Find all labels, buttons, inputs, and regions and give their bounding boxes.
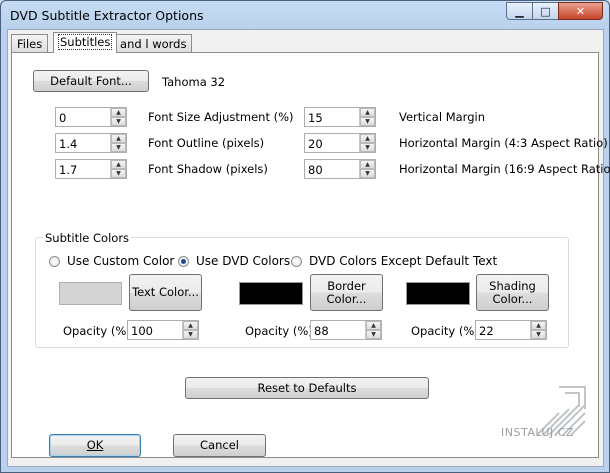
horizontal-margin-169-value: 80 (308, 163, 323, 177)
vertical-margin-label: Vertical Margin (399, 110, 485, 124)
minimize-icon: ▁ (515, 4, 524, 18)
text-color-swatch (59, 282, 122, 305)
title-bar[interactable]: DVD Subtitle Extractor Options ▁ □ ✕ (1, 1, 609, 29)
spin-down-icon[interactable]: ▼ (111, 117, 126, 126)
vertical-margin-value: 15 (308, 111, 323, 125)
radio-on-icon (178, 255, 189, 267)
horizontal-margin-43-value: 20 (308, 137, 323, 151)
maximize-button[interactable]: □ (532, 2, 559, 20)
horizontal-margin-43-stepper[interactable]: 20 ▲ ▼ (304, 133, 376, 153)
maximize-icon: □ (540, 4, 551, 18)
spin-up-icon[interactable]: ▲ (183, 321, 198, 330)
border-color-swatch (239, 282, 303, 305)
watermark-text: INSTALUJ.CZ (501, 426, 574, 439)
subtitles-panel: Default Font... Tahoma 32 0 ▲ ▼ Font Size… (11, 52, 610, 458)
spin-down-icon[interactable]: ▼ (531, 330, 546, 339)
text-opacity-stepper[interactable]: 100 ▲ ▼ (127, 320, 199, 340)
tab-subtitles[interactable]: Subtitles (53, 32, 118, 53)
tab-i-and-l-words[interactable]: I and l words (107, 34, 193, 52)
text-opacity-label: Opacity (%) (63, 324, 131, 338)
reset-to-defaults-button[interactable]: Reset to Defaults (185, 377, 429, 399)
radio-use-custom-color[interactable]: Use Custom Color (49, 254, 174, 268)
spin-down-icon[interactable]: ▼ (111, 169, 126, 178)
spin-down-icon[interactable]: ▼ (111, 143, 126, 152)
radio-use-dvd-colors[interactable]: Use DVD Colors (178, 254, 290, 268)
minimize-button[interactable]: ▁ (506, 2, 533, 20)
tab-files[interactable]: Files (11, 34, 49, 52)
shading-opacity-label: Opacity (%) (411, 324, 479, 338)
font-size-adjustment-stepper[interactable]: 0 ▲ ▼ (55, 107, 127, 127)
dialog-client: Files Subtitles I and l words Default Fo… (7, 29, 610, 467)
border-color-button[interactable]: Border Color... (310, 274, 383, 311)
spin-down-icon[interactable]: ▼ (183, 330, 198, 339)
radio-off-icon (49, 255, 60, 267)
font-outline-stepper[interactable]: 1.4 ▲ ▼ (55, 133, 127, 153)
horizontal-margin-169-stepper[interactable]: 80 ▲ ▼ (304, 159, 376, 179)
font-shadow-label: Font Shadow (pixels) (148, 162, 268, 176)
font-shadow-stepper[interactable]: 1.7 ▲ ▼ (55, 159, 127, 179)
spin-up-icon[interactable]: ▲ (360, 160, 375, 169)
radio-dvd-colors-except-default-text[interactable]: DVD Colors Except Default Text (291, 254, 497, 268)
options-window: DVD Subtitle Extractor Options ▁ □ ✕ Fil… (0, 0, 610, 473)
font-outline-value: 1.4 (59, 137, 78, 151)
spin-down-icon[interactable]: ▼ (366, 330, 381, 339)
ok-button[interactable]: OK (49, 434, 141, 457)
spin-up-icon[interactable]: ▲ (360, 134, 375, 143)
border-opacity-label: Opacity (%) (245, 324, 313, 338)
font-shadow-value: 1.7 (59, 163, 78, 177)
spin-down-icon[interactable]: ▼ (360, 143, 375, 152)
font-size-adjustment-value: 0 (59, 111, 67, 125)
current-font-label: Tahoma 32 (162, 75, 226, 89)
vertical-margin-stepper[interactable]: 15 ▲ ▼ (304, 107, 376, 127)
radio-off-icon (291, 255, 302, 267)
spin-up-icon[interactable]: ▲ (360, 108, 375, 117)
text-color-button[interactable]: Text Color... (129, 274, 202, 311)
font-size-adjustment-label: Font Size Adjustment (%) (148, 110, 294, 124)
font-outline-label: Font Outline (pixels) (148, 136, 265, 150)
horizontal-margin-43-label: Horizontal Margin (4:3 Aspect Ratio) (399, 136, 608, 150)
close-icon: ✕ (575, 4, 586, 18)
default-font-button[interactable]: Default Font... (33, 70, 149, 92)
spin-up-icon[interactable]: ▲ (111, 160, 126, 169)
spin-down-icon[interactable]: ▼ (360, 169, 375, 178)
close-button[interactable]: ✕ (558, 2, 603, 20)
spin-up-icon[interactable]: ▲ (111, 134, 126, 143)
shading-color-swatch (406, 282, 470, 305)
border-opacity-stepper[interactable]: 88 ▲ ▼ (310, 320, 382, 340)
spin-up-icon[interactable]: ▲ (111, 108, 126, 117)
shading-opacity-stepper[interactable]: 22 ▲ ▼ (475, 320, 547, 340)
subtitle-colors-title: Subtitle Colors (43, 231, 132, 245)
horizontal-margin-169-label: Horizontal Margin (16:9 Aspect Ratio) (399, 162, 610, 176)
cancel-button[interactable]: Cancel (173, 434, 266, 457)
spin-up-icon[interactable]: ▲ (531, 321, 546, 330)
window-title: DVD Subtitle Extractor Options (10, 8, 204, 23)
shading-color-button[interactable]: Shading Color... (476, 274, 549, 311)
spin-down-icon[interactable]: ▼ (360, 117, 375, 126)
spin-up-icon[interactable]: ▲ (366, 321, 381, 330)
